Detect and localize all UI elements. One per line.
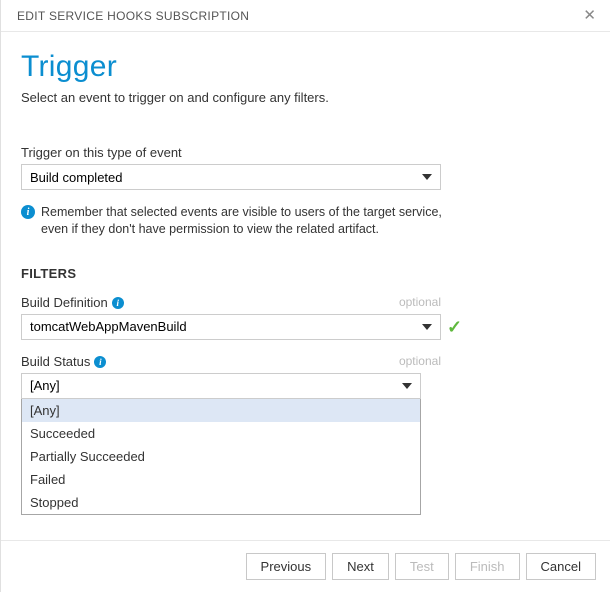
dropdown-option-partially-succeeded[interactable]: Partially Succeeded <box>22 445 420 468</box>
filters-header: FILTERS <box>21 266 590 281</box>
event-type-label-text: Trigger on this type of event <box>21 145 182 160</box>
footer: Previous Next Test Finish Cancel <box>1 540 610 592</box>
build-definition-dropdown[interactable]: tomcatWebAppMavenBuild <box>21 314 441 340</box>
build-status-value: [Any] <box>30 378 60 393</box>
chevron-down-icon <box>402 383 412 389</box>
dialog: EDIT SERVICE HOOKS SUBSCRIPTION ✕ Trigge… <box>0 0 610 592</box>
info-icon[interactable]: i <box>94 356 106 368</box>
dialog-title: EDIT SERVICE HOOKS SUBSCRIPTION <box>17 9 249 23</box>
build-status-label: Build Status <box>21 354 90 369</box>
cancel-button[interactable]: Cancel <box>526 553 596 580</box>
dropdown-option-succeeded[interactable]: Succeeded <box>22 422 420 445</box>
content-area: Trigger Select an event to trigger on an… <box>1 32 610 540</box>
build-status-options: [Any] Succeeded Partially Succeeded Fail… <box>21 399 421 515</box>
info-text: Remember that selected events are visibl… <box>41 204 461 238</box>
info-message: i Remember that selected events are visi… <box>21 204 461 238</box>
optional-label: optional <box>399 354 441 368</box>
close-icon[interactable]: ✕ <box>579 6 600 25</box>
info-icon[interactable]: i <box>112 297 124 309</box>
build-status-dropdown[interactable]: [Any] <box>21 373 421 399</box>
check-icon: ✓ <box>447 318 462 336</box>
next-button[interactable]: Next <box>332 553 389 580</box>
build-definition-label: Build Definition <box>21 295 108 310</box>
filter-build-status: Build Status i optional [Any] [Any] Succ… <box>21 354 465 515</box>
chevron-down-icon <box>422 174 432 180</box>
filter-build-definition: Build Definition i optional tomcatWebApp… <box>21 295 465 340</box>
build-definition-value: tomcatWebAppMavenBuild <box>30 319 187 334</box>
chevron-down-icon <box>422 324 432 330</box>
event-type-label: Trigger on this type of event <box>21 145 590 160</box>
dropdown-option-stopped[interactable]: Stopped <box>22 491 420 514</box>
optional-label: optional <box>399 295 441 309</box>
page-subtitle: Select an event to trigger on and config… <box>21 90 590 105</box>
event-type-dropdown[interactable]: Build completed <box>21 164 441 190</box>
finish-button: Finish <box>455 553 520 580</box>
dropdown-option-any[interactable]: [Any] <box>22 399 420 422</box>
event-type-value: Build completed <box>30 170 123 185</box>
dropdown-option-failed[interactable]: Failed <box>22 468 420 491</box>
titlebar: EDIT SERVICE HOOKS SUBSCRIPTION ✕ <box>1 0 610 32</box>
info-icon: i <box>21 205 35 219</box>
test-button: Test <box>395 553 449 580</box>
previous-button[interactable]: Previous <box>246 553 327 580</box>
page-title: Trigger <box>21 50 590 84</box>
